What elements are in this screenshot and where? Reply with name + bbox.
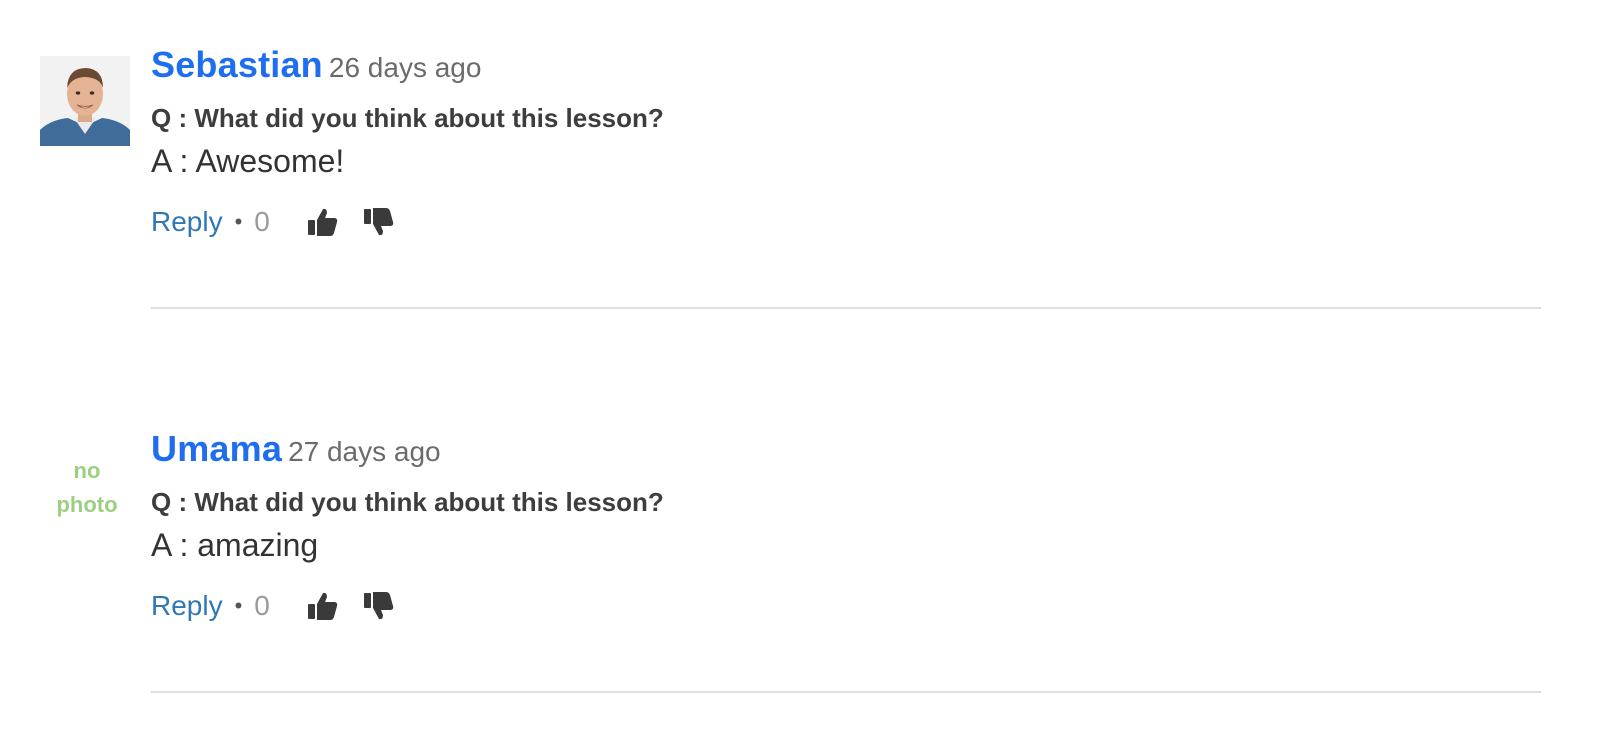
no-photo-placeholder: no photo: [56, 458, 118, 517]
vote-count: 0: [254, 590, 270, 621]
avatar-photo: [40, 56, 130, 146]
comment-time: 27 days ago: [288, 436, 441, 467]
thumbs-up-icon[interactable]: [306, 589, 340, 623]
comment-question: Q : What did you think about this lesson…: [151, 103, 664, 133]
thumbs-down-icon[interactable]: [362, 205, 396, 239]
avatar[interactable]: [40, 56, 130, 146]
comment-list: Sebastian 26 days ago Q : What did you th…: [0, 0, 1624, 744]
comment-question: Q : What did you think about this lesson…: [151, 487, 664, 517]
reply-link[interactable]: Reply: [151, 590, 223, 622]
separator-dot: •: [234, 209, 243, 234]
separator-dot: •: [234, 593, 243, 618]
comment-actions: Reply • 0: [151, 586, 1541, 626]
vote-count: 0: [254, 206, 270, 237]
author-name[interactable]: Umama: [151, 428, 282, 469]
comment-body: Sebastian 26 days ago Q : What did you th…: [151, 44, 1541, 242]
author-name[interactable]: Sebastian: [151, 44, 323, 85]
comment-header: Umama 27 days ago: [151, 428, 1541, 476]
comment-answer: A : Awesome!: [151, 143, 345, 179]
thumbs-down-icon[interactable]: [362, 589, 396, 623]
thumbs-up-icon[interactable]: [306, 205, 340, 239]
comment-actions: Reply • 0: [151, 202, 1541, 242]
comment-body: Umama 27 days ago Q : What did you think …: [151, 428, 1541, 626]
comment-time: 26 days ago: [328, 52, 482, 83]
reply-link[interactable]: Reply: [151, 206, 223, 238]
comment-divider: [151, 307, 1541, 309]
comment-header: Sebastian 26 days ago: [151, 44, 1541, 92]
comment-answer: A : amazing: [151, 527, 319, 563]
comment-divider: [151, 691, 1541, 693]
